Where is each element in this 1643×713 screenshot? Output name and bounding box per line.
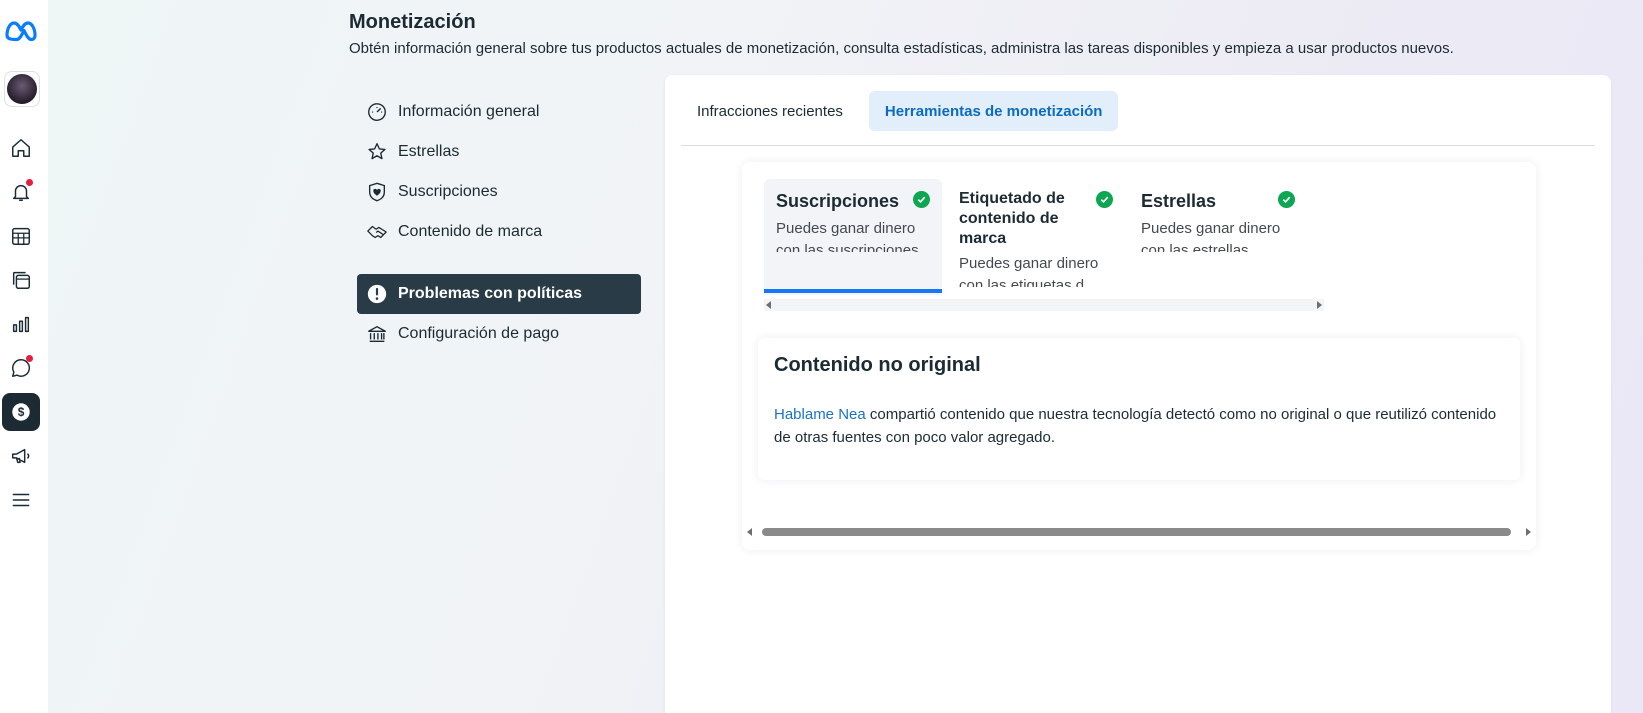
tab-recent-violations[interactable]: Infracciones recientes — [681, 91, 859, 131]
product-title: Suscripciones — [776, 191, 900, 211]
menu-item-stars[interactable]: Estrellas — [357, 132, 641, 172]
tab-monetization-tools[interactable]: Herramientas de monetización — [868, 91, 1119, 131]
violation-description: Hablame Nea compartió contenido que nues… — [774, 403, 1504, 449]
product-description: Puedes ganar dinero con las suscripcione… — [776, 220, 919, 252]
menu-item-overview[interactable]: Información general — [357, 92, 641, 132]
calendar-grid-icon[interactable] — [2, 217, 40, 255]
meta-logo[interactable] — [3, 18, 39, 42]
page-avatar[interactable] — [4, 71, 40, 107]
star-icon — [368, 143, 386, 160]
stacked-pages-icon[interactable] — [2, 261, 40, 299]
carousel-scrollbar[interactable] — [764, 299, 1324, 311]
scroll-left-icon[interactable] — [766, 301, 771, 309]
selected-indicator — [764, 289, 942, 293]
product-card-branded-content[interactable]: Etiquetado de contenido de marca Puedes … — [947, 179, 1125, 295]
violation-title: Contenido no original — [774, 354, 981, 376]
product-card-stars[interactable]: Estrellas Puedes ganar dinero con las es… — [1129, 179, 1307, 295]
page-name-link[interactable]: Hablame Nea — [774, 406, 866, 423]
menu-item-label: Configuración de pago — [398, 325, 560, 342]
handshake-icon — [367, 225, 387, 239]
product-description: Puedes ganar dinero con las etiquetas d — [959, 255, 1099, 287]
notification-badge — [26, 179, 33, 186]
chat-bubble-icon[interactable] — [2, 349, 40, 387]
scroll-right-icon[interactable] — [1317, 301, 1322, 309]
menu-item-label: Problemas con políticas — [398, 285, 583, 302]
product-title: Etiquetado de contenido de marca — [959, 190, 1065, 247]
menu-item-policy-issues[interactable]: Problemas con políticas — [357, 274, 641, 314]
product-card-subscriptions[interactable]: Suscripciones Puedes ganar dinero con la… — [764, 179, 942, 295]
notification-badge — [26, 355, 33, 362]
check-icon — [913, 191, 930, 208]
tools-panel: Suscripciones Puedes ganar dinero con la… — [742, 162, 1536, 550]
scroll-left-icon[interactable] — [747, 528, 752, 536]
menu-item-label: Contenido de marca — [398, 223, 543, 240]
dollar-icon[interactable]: $ — [2, 393, 40, 431]
check-icon — [1096, 191, 1113, 208]
monetization-menu: Información general Estrellas Suscripcio… — [357, 92, 641, 354]
tab-bar: Infracciones recientes Herramientas de m… — [681, 91, 1595, 146]
menu-icon[interactable] — [2, 481, 40, 519]
check-icon — [1278, 191, 1295, 208]
gauge-icon — [368, 103, 386, 121]
menu-item-branded-content[interactable]: Contenido de marca — [357, 212, 641, 252]
main-card: Infracciones recientes Herramientas de m… — [665, 75, 1611, 713]
heart-badge-icon — [368, 182, 386, 202]
violation-text: compartió contenido que nuestra tecnolog… — [774, 406, 1497, 446]
bar-chart-icon[interactable] — [2, 305, 40, 343]
menu-item-label: Información general — [398, 103, 540, 120]
menu-item-subscriptions[interactable]: Suscripciones — [357, 172, 641, 212]
svg-text:$: $ — [18, 405, 25, 419]
violation-card: Contenido no original Hablame Nea compar… — [758, 338, 1520, 480]
megaphone-icon[interactable] — [2, 437, 40, 475]
page-description: Obtén información general sobre tus prod… — [349, 40, 1454, 57]
product-carousel: Suscripciones Puedes ganar dinero con la… — [764, 179, 1324, 295]
menu-item-label: Estrellas — [398, 143, 460, 160]
left-nav-rail: $ — [0, 0, 48, 713]
bank-icon — [368, 325, 386, 343]
menu-item-label: Suscripciones — [398, 183, 498, 200]
scroll-right-icon[interactable] — [1526, 528, 1531, 536]
menu-item-payout-settings[interactable]: Configuración de pago — [357, 314, 641, 354]
home-icon[interactable] — [2, 129, 40, 167]
product-title: Estrellas — [1141, 191, 1217, 211]
page-title: Monetización — [349, 11, 476, 33]
bell-icon[interactable] — [2, 173, 40, 211]
horizontal-scrollbar[interactable] — [745, 525, 1533, 539]
product-description: Puedes ganar dinero con las estrellas — [1141, 220, 1281, 252]
scrollbar-thumb[interactable] — [762, 528, 1511, 536]
alert-icon — [367, 284, 387, 304]
